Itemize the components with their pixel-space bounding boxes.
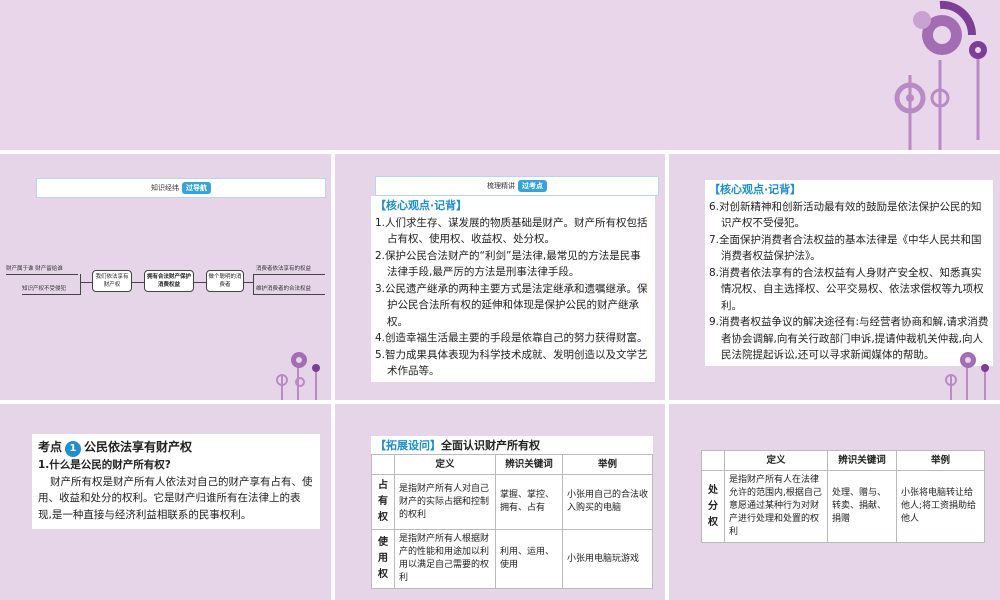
map-left-top: 财产属于谁 财产留给谁 (6, 266, 63, 272)
row-header: 处分权 (701, 470, 725, 543)
map-connector (243, 282, 253, 283)
map-right-top: 消费者依法享有的权益 (256, 266, 312, 272)
table-cell: 处理、赠与、转卖、捐献、捐赠 (827, 470, 897, 543)
table-header-row: 定义 辨识关键词 举例 (701, 450, 985, 471)
key-point-heading: 公民依法享有财产权 (84, 440, 193, 454)
section-header: 【核心观点·记背】 (375, 199, 468, 212)
list-item: 2.保护公民合法财产的“利剑”是法律,最常见的方法是民事法律手段,最严厉的方法是… (375, 249, 641, 279)
column-header: 举例 (562, 454, 653, 475)
list-item: 6.对创新精神和创新活动最有效的鼓励是依法保护公民的知识产权不受侵犯。 (709, 200, 982, 230)
map-right-bottom: 维护消费者的合法权益 (256, 286, 312, 292)
table-row: 处分权 是指财产所有人在法律允许的范围内,根据自己意愿通过某种行为对财产进行处理… (701, 470, 985, 543)
table-cell: 小张用电脑玩游戏 (562, 529, 653, 589)
disposal-table-card: 定义 辨识关键词 举例 处分权 是指财产所有人在法律允许的范围内,根据自己意愿通… (701, 450, 985, 543)
table-cell: 掌握、掌控、拥有、占有 (495, 474, 563, 530)
list-item: 1.人们求生存、谋发展的物质基础是财产。财产所有权包括占有权、使用权、收益权、处… (375, 216, 648, 246)
table-cell: 是指财产所有人在法律允许的范围内,根据自己意愿通过某种行为对财产进行处理和处置的… (724, 470, 828, 543)
table-cell: 是指财产所有人根据财产的性能和用途加以利用以满足自己需要的权利 (394, 529, 496, 589)
map-connector (80, 282, 92, 283)
map-connector (253, 274, 254, 295)
map-box-property-right: 我们依法享有财产权 (92, 270, 132, 292)
list-item: 8.消费者依法享有的合法权益有人身财产安全权、知悉真实情况权、自主选择权、公平交… (709, 266, 984, 312)
answer-text: 财产所有权是财产所有人依法对自己的财产享有占有、使用、收益和处分的权利。它是财产… (38, 475, 313, 521)
table-row: 占有权 是指财产所有人对自己财产的实际占据和控制的权利 掌握、掌控、拥有、占有 … (371, 474, 653, 530)
table-cell: 小张用自己的合法收入购买的电脑 (562, 474, 653, 530)
nav-text: 梳理精讲 (487, 182, 515, 190)
core-views-card: 【核心观点·记背】 1.人们求生存、谋发展的物质基础是财产。财产所有权包括占有权… (371, 196, 655, 382)
column-header: 辨识关键词 (495, 454, 563, 475)
slide-key-point[interactable]: 考点 1 公民依法享有财产权 1.什么是公民的财产所有权? 财产所有权是财产所有人依… (0, 404, 331, 600)
section-title: 全面认识财产所有权 (441, 439, 540, 452)
column-header: 举例 (896, 450, 985, 471)
extended-header: 【拓展设问】全面认识财产所有权 (371, 438, 653, 454)
row-header: 占有权 (371, 474, 395, 530)
map-connector (253, 274, 325, 275)
key-point-label: 考点 (38, 440, 63, 454)
extended-table-card: 【拓展设问】全面认识财产所有权 定义 辨识关键词 举例 占有权 是指财产所有人对… (371, 436, 653, 589)
key-point-number: 1 (65, 441, 82, 457)
list-item: 7.全面保护消费者合法权益的基本法律是《中华人民共和国消费者权益保护法》。 (709, 233, 982, 263)
table-cell: 是指财产所有人对自己财产的实际占据和控制的权利 (394, 474, 496, 530)
map-connector (6, 274, 78, 275)
table-cell: 利用、运用、使用 (495, 529, 563, 589)
slide-core-views-2[interactable]: 【核心观点·记背】 6.对创新精神和创新活动最有效的鼓励是依法保护公民的知识产权… (669, 154, 1000, 400)
map-left-bottom: 知识产权不受侵犯 (22, 286, 67, 292)
key-point-title: 考点 1 公民依法享有财产权 (38, 438, 314, 457)
column-header: 定义 (724, 450, 828, 471)
nav-banner: 知识经纬 过导航 (36, 178, 326, 198)
table-row: 使用权 是指财产所有人根据财产的性能和用途加以利用以满足自己需要的权利 利用、运… (371, 529, 653, 589)
list-item: 5.智力成果具体表现为科学技术成就、发明创造以及文学艺术作品等。 (375, 348, 648, 378)
core-views-card: 【核心观点·记背】 6.对创新精神和创新活动最有效的鼓励是依法保护公民的知识产权… (705, 180, 993, 366)
question-text: 1.什么是公民的财产所有权? (38, 459, 171, 471)
map-connector (22, 294, 80, 295)
table-header-row: 定义 辨识关键词 举例 (371, 454, 653, 475)
row-header: 使用权 (371, 529, 395, 589)
ownership-table: 定义 辨识关键词 举例 占有权 是指财产所有人对自己财产的实际占据和控制的权利 … (371, 454, 653, 589)
nav-badge: 过考点 (518, 180, 547, 192)
list-item: 3.公民遗产继承的两种主要方式是法定继承和遗嘱继承。保护公民合法所有权的延伸和体… (375, 282, 648, 328)
map-box-smart-consumer: 做个聪明的消费者 (206, 270, 244, 292)
flower-decoration-icon (276, 352, 320, 400)
section-header: 【拓展设问】 (375, 439, 441, 452)
map-box-center: 拥有合法财产保护消费权益 (144, 270, 194, 292)
slide-extended-question[interactable]: 【拓展设问】全面认识财产所有权 定义 辨识关键词 举例 占有权 是指财产所有人对… (335, 404, 665, 600)
column-header: 定义 (394, 454, 496, 475)
flower-decoration-icon (894, 0, 987, 150)
nav-badge: 过导航 (182, 182, 211, 194)
nav-banner: 梳理精讲 过考点 (375, 176, 659, 196)
map-connector (131, 282, 144, 283)
key-point-card: 考点 1 公民依法享有财产权 1.什么是公民的财产所有权? 财产所有权是财产所有人依… (32, 434, 320, 529)
nav-text: 知识经纬 (151, 184, 179, 192)
column-header: 辨识关键词 (827, 450, 897, 471)
slide-knowledge-map[interactable]: 知识经纬 过导航 财产属于谁 财产留给谁 知识产权不受侵犯 我们依法享有财产权 … (0, 154, 331, 400)
list-item: 4.创造幸福生活最主要的手段是依靠自己的努力获得财富。 (375, 332, 648, 344)
section-header: 【核心观点·记背】 (709, 183, 802, 196)
map-connector (193, 282, 206, 283)
slide-core-views-1[interactable]: 梳理精讲 过考点 【核心观点·记背】 1.人们求生存、谋发展的物质基础是财产。财… (335, 154, 665, 400)
table-cell: 小张将电脑转让给他人;将工资捐助给他人 (896, 470, 985, 543)
map-connector (80, 274, 81, 295)
top-banner (0, 0, 1000, 150)
flower-decoration-icon (945, 352, 989, 400)
slide-disposal-right[interactable]: 定义 辨识关键词 举例 处分权 是指财产所有人在法律允许的范围内,根据自己意愿通… (669, 404, 1000, 600)
disposal-table: 定义 辨识关键词 举例 处分权 是指财产所有人在法律允许的范围内,根据自己意愿通… (701, 450, 985, 543)
map-connector (253, 294, 325, 295)
